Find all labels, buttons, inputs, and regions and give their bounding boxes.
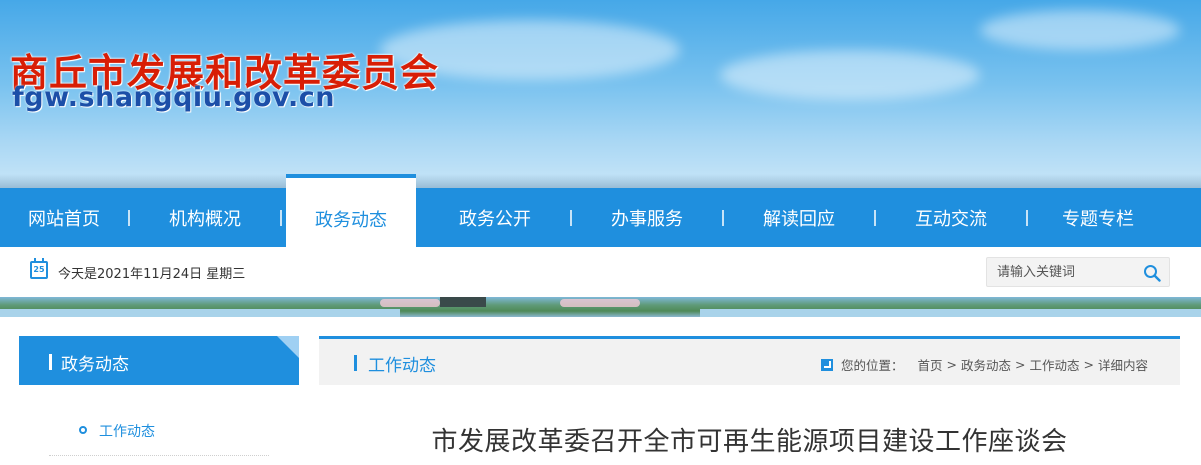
nav-item-disclosure[interactable]: 政务公开: [420, 188, 570, 247]
heading-bar: [354, 355, 357, 371]
info-bar: 25 今天是2021年11月24日 星期三: [0, 247, 1201, 297]
article-title: 市发展改革委召开全市可再生能源项目建设工作座谈会: [431, 427, 1068, 457]
breadcrumb-prefix: 您的位置：: [840, 358, 904, 373]
breadcrumb-separator: >: [1015, 357, 1026, 372]
banner-cloud: [980, 10, 1180, 50]
nav-item-news[interactable]: 政务动态: [286, 174, 416, 247]
sidebar-heading-text: 政务动态: [61, 355, 129, 375]
nav-item-services[interactable]: 办事服务: [572, 188, 722, 247]
scenery-water: [0, 309, 400, 317]
today-date: 今天是2021年11月24日 星期三: [58, 267, 246, 282]
banner-skyline: [0, 174, 1201, 188]
section-title: 工作动态: [368, 356, 436, 376]
corner-fold: [277, 336, 299, 358]
header-banner: 商丘市发展和改革委员会 fgw.shangqiu.gov.cn: [0, 0, 1201, 188]
breadcrumb-current: 详细内容: [1097, 358, 1148, 373]
breadcrumb-news[interactable]: 政务动态: [961, 355, 1011, 374]
nav-item-about[interactable]: 机构概况: [130, 188, 280, 247]
scenery-pavilion: [440, 297, 486, 307]
breadcrumb-separator: >: [1083, 357, 1094, 372]
breadcrumb-home[interactable]: 首页: [917, 355, 942, 374]
scenery-blossom: [560, 299, 640, 307]
search-input[interactable]: [987, 258, 1137, 286]
nav-separator: [280, 209, 282, 226]
search-icon[interactable]: [1143, 264, 1161, 282]
breadcrumb-separator: >: [946, 357, 957, 372]
scenery-strip: [0, 297, 1201, 317]
nav-item-topics[interactable]: 专题专栏: [1028, 188, 1168, 247]
content-area: 政务动态 工作动态 工作动态 您的位置： 首页 > 政务动态 > 工作动态 > …: [0, 317, 1201, 465]
main-nav: 网站首页 机构概况 政务动态 政务公开 办事服务 解读回应 互动交流 专题专栏: [0, 174, 1201, 247]
bullet-icon: [79, 426, 87, 434]
sidebar-item-label: 工作动态: [99, 424, 155, 440]
section-header: 工作动态 您的位置： 首页 > 政务动态 > 工作动态 > 详细内容: [319, 336, 1180, 385]
calendar-icon: 25: [30, 258, 48, 279]
location-icon: [820, 358, 833, 371]
sidebar-heading: 政务动态: [19, 336, 299, 385]
nav-item-home[interactable]: 网站首页: [0, 188, 128, 247]
nav-item-interpretation[interactable]: 解读回应: [724, 188, 874, 247]
sidebar-item-work-news[interactable]: 工作动态: [49, 412, 269, 456]
scenery-blossom: [380, 299, 440, 307]
heading-bar: [49, 354, 52, 370]
banner-cloud: [720, 50, 980, 100]
breadcrumb-work-news[interactable]: 工作动态: [1029, 355, 1079, 374]
scenery-water: [700, 309, 1201, 317]
breadcrumb: 您的位置： 首页 > 政务动态 > 工作动态 > 详细内容: [820, 355, 1148, 374]
search-box: [986, 257, 1170, 287]
site-url: fgw.shangqiu.gov.cn: [12, 82, 335, 113]
nav-item-interaction[interactable]: 互动交流: [876, 188, 1026, 247]
